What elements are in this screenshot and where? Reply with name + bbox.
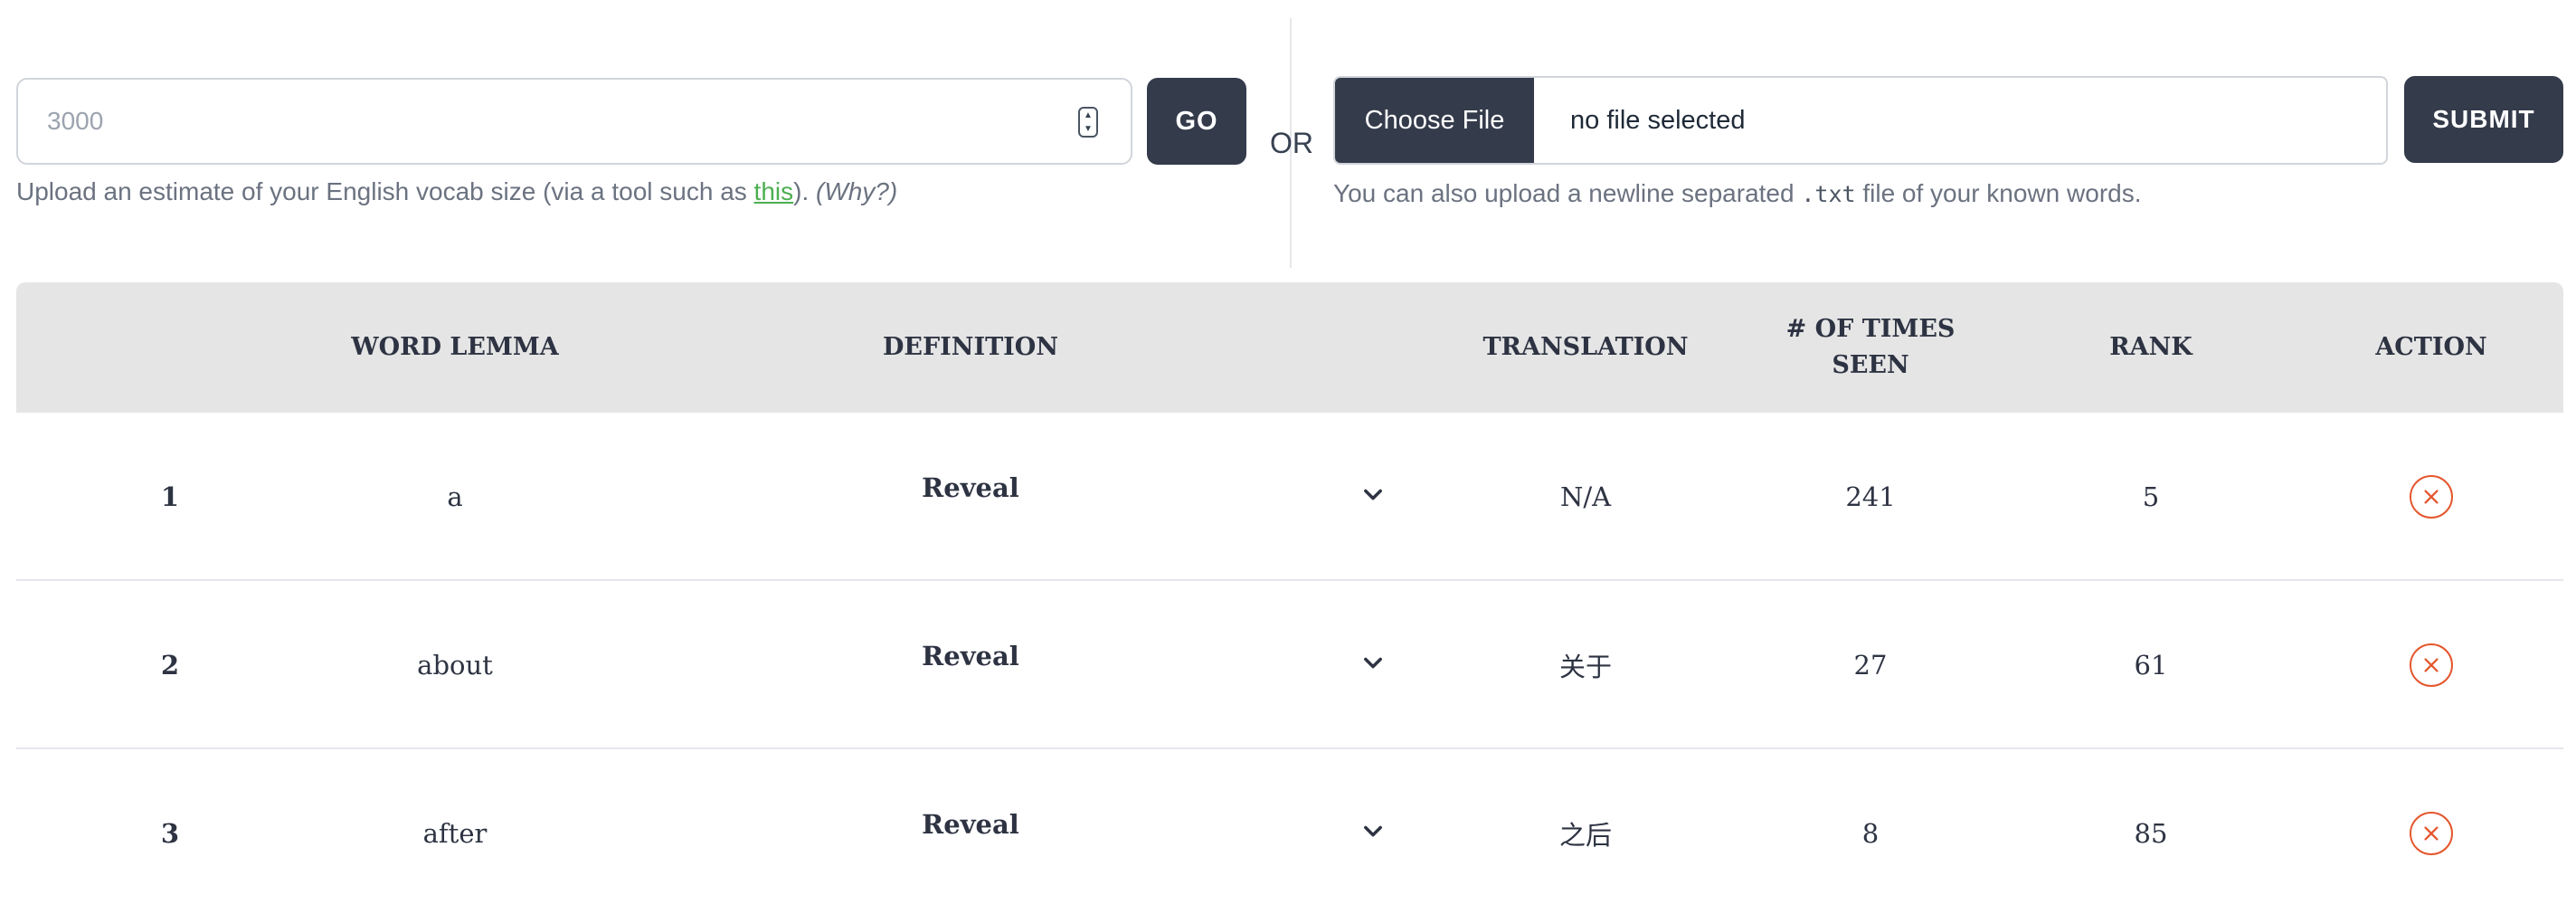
reveal-definition-button[interactable]: Reveal bbox=[812, 413, 1129, 581]
rank-cell: 5 bbox=[2142, 481, 2160, 512]
number-stepper-icon[interactable]: ▲ ▼ bbox=[1078, 107, 1098, 138]
why-link[interactable]: (Why?) bbox=[816, 177, 897, 205]
or-label: OR bbox=[1270, 127, 1313, 159]
header-times-seen[interactable]: # OF TIMES SEEN bbox=[1726, 282, 2015, 413]
action-cell bbox=[2332, 749, 2531, 914]
header-rank[interactable]: RANK bbox=[2042, 282, 2259, 413]
chevron-down-icon bbox=[1360, 818, 1386, 850]
expand-chevron-button[interactable] bbox=[1319, 581, 1427, 749]
table-header: WORD LEMMA DEFINITION TRANSLATION # OF T… bbox=[16, 282, 2563, 413]
chevron-down-icon bbox=[1360, 481, 1386, 513]
header-action: ACTION bbox=[2375, 333, 2487, 361]
remove-word-button[interactable] bbox=[2410, 643, 2453, 687]
close-icon bbox=[2421, 824, 2441, 843]
file-help-text: You can also upload a newline separated … bbox=[1333, 179, 2142, 207]
times-seen-cell: 8 bbox=[1861, 818, 1880, 849]
vocab-tool-link[interactable]: this bbox=[754, 177, 794, 205]
rank-cell: 85 bbox=[2134, 818, 2168, 849]
vocab-help-text: Upload an estimate of your English vocab… bbox=[16, 177, 898, 205]
row-index: 2 bbox=[160, 650, 180, 681]
times-seen-cell: 241 bbox=[1845, 481, 1896, 512]
rank-cell: 61 bbox=[2134, 650, 2168, 681]
table-row: 3 after Reveal 之后 8 85 bbox=[16, 749, 2563, 914]
txt-extension: .txt bbox=[1801, 181, 1856, 207]
selected-file-name: no file selected bbox=[1570, 105, 1746, 135]
expand-chevron-button[interactable] bbox=[1319, 749, 1427, 914]
times-seen-cell: 27 bbox=[1853, 650, 1888, 681]
row-index: 3 bbox=[160, 818, 180, 849]
go-button[interactable]: GO bbox=[1147, 78, 1246, 165]
close-icon bbox=[2421, 487, 2441, 507]
choose-file-button[interactable]: Choose File bbox=[1335, 78, 1534, 163]
action-cell bbox=[2332, 413, 2531, 581]
remove-word-button[interactable] bbox=[2410, 812, 2453, 855]
table-row: 2 about Reveal 关于 27 61 bbox=[16, 581, 2563, 749]
words-table: WORD LEMMA DEFINITION TRANSLATION # OF T… bbox=[16, 282, 2563, 914]
remove-word-button[interactable] bbox=[2410, 475, 2453, 519]
header-translation[interactable]: TRANSLATION bbox=[1427, 282, 1744, 413]
upload-controls: 3000 ▲ ▼ GO OR Upload an estimate of your… bbox=[0, 0, 2576, 271]
reveal-definition-button[interactable]: Reveal bbox=[812, 581, 1129, 749]
translation-cell: N/A bbox=[1559, 481, 1612, 512]
vocab-size-input[interactable]: 3000 ▲ ▼ bbox=[16, 78, 1132, 165]
reveal-definition-button[interactable]: Reveal bbox=[812, 749, 1129, 914]
table-row: 1 a Reveal N/A 241 5 bbox=[16, 413, 2563, 581]
header-word-lemma[interactable]: WORD LEMMA bbox=[297, 282, 613, 413]
word-lemma: a bbox=[447, 481, 463, 512]
expand-chevron-button[interactable] bbox=[1319, 413, 1427, 581]
action-cell bbox=[2332, 581, 2531, 749]
word-lemma: after bbox=[422, 818, 488, 849]
row-index: 1 bbox=[160, 481, 180, 512]
vocab-size-placeholder: 3000 bbox=[47, 107, 104, 135]
chevron-down-icon bbox=[1360, 650, 1386, 681]
word-lemma: about bbox=[417, 650, 493, 681]
translation-cell: 关于 bbox=[1558, 652, 1612, 682]
submit-button[interactable]: SUBMIT bbox=[2404, 76, 2563, 163]
file-input[interactable]: Choose File no file selected bbox=[1333, 76, 2388, 165]
translation-cell: 之后 bbox=[1558, 820, 1612, 851]
header-definition[interactable]: DEFINITION bbox=[812, 282, 1129, 413]
close-icon bbox=[2421, 655, 2441, 675]
